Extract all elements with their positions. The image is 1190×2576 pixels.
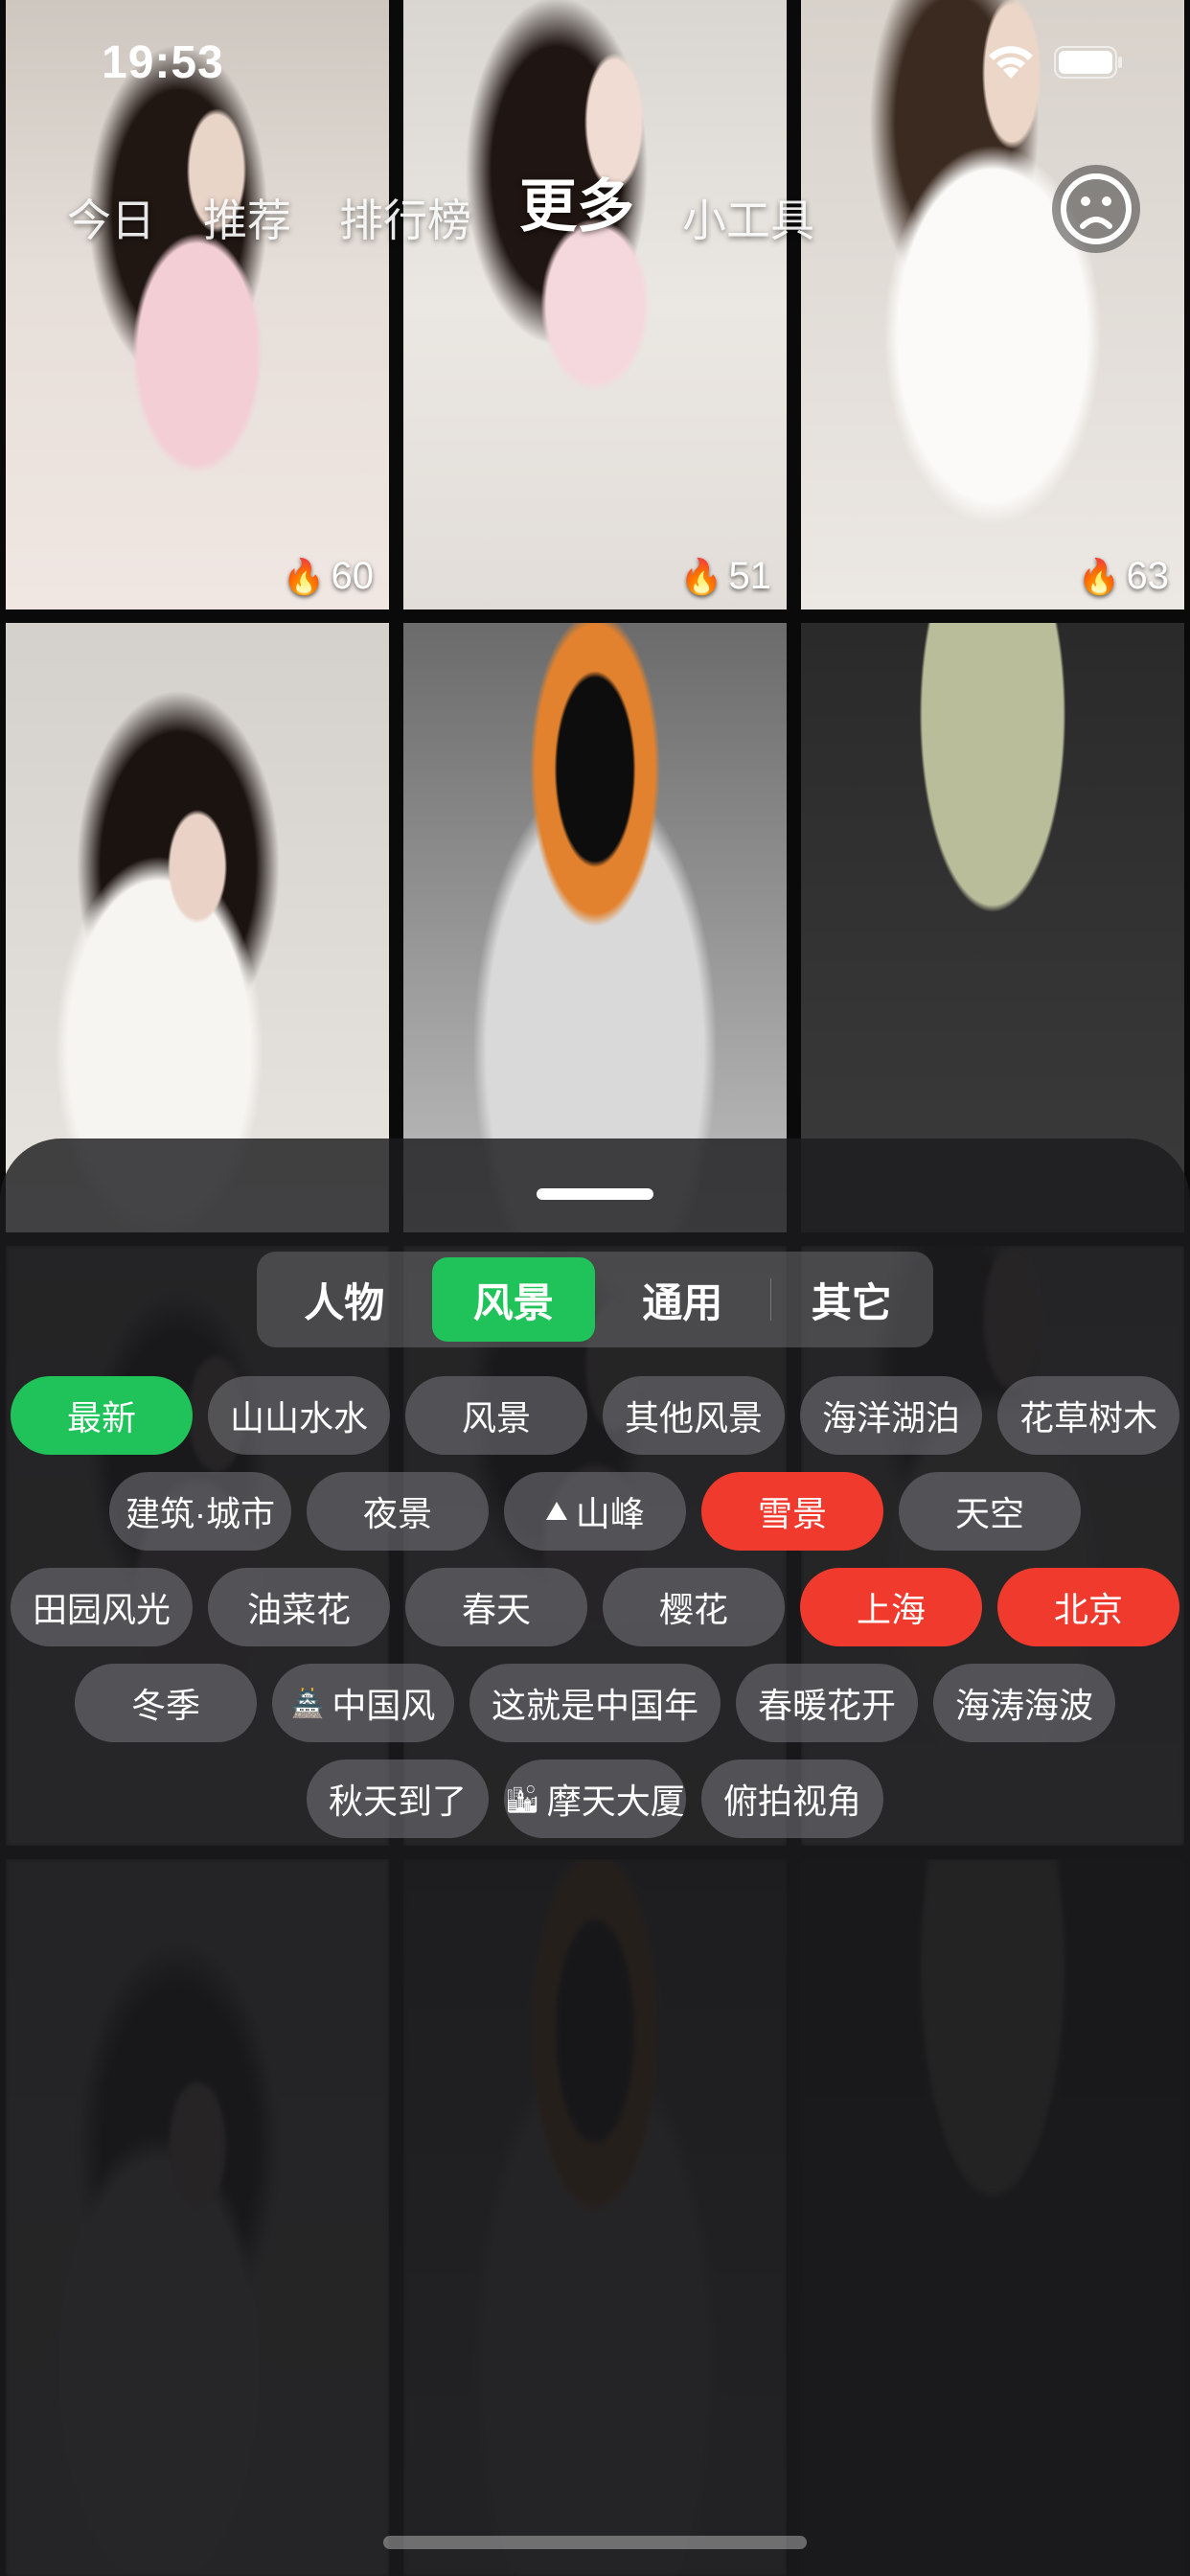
chip-label: 花草树木 bbox=[1018, 1398, 1157, 1438]
heat-badge: 🔥 60 bbox=[283, 555, 374, 598]
category-chip[interactable]: 上海 bbox=[800, 1568, 982, 1646]
segment-people[interactable]: 人物 bbox=[263, 1257, 426, 1342]
category-chip[interactable]: 其他风景 bbox=[603, 1376, 785, 1455]
flame-icon: 🔥 bbox=[1077, 556, 1121, 596]
category-chip[interactable]: ⛰ 山峰 bbox=[504, 1472, 686, 1551]
chip-label: 这就是中国年 bbox=[491, 1686, 698, 1725]
tab-more[interactable]: 更多 bbox=[519, 160, 634, 243]
category-chip[interactable]: 花草树木 bbox=[997, 1376, 1179, 1455]
category-chip[interactable]: 俯拍视角 bbox=[701, 1760, 883, 1838]
chip-row: 建筑·城市 夜景 ⛰ 山峰 雪景 天空 bbox=[0, 1472, 1190, 1551]
category-chip[interactable]: 冬季 bbox=[75, 1664, 257, 1742]
segment-scenery[interactable]: 风景 bbox=[431, 1257, 595, 1342]
chip-label: 风景 bbox=[461, 1398, 531, 1438]
screen: 🔥 60 🔥 51 🔥 63 19:53 今日 推荐 排行榜 更多 小工具 人物… bbox=[0, 0, 1190, 2576]
chip-row: 冬季 🏯 中国风 这就是中国年 春暖花开 海涛海波 bbox=[0, 1664, 1190, 1742]
category-chip[interactable]: 北京 bbox=[997, 1568, 1179, 1646]
chip-emoji-icon: 🏙 bbox=[505, 1783, 539, 1814]
category-chip[interactable]: 天空 bbox=[899, 1472, 1081, 1551]
chip-list: 最新 山山水水 风景 其他风景 海洋湖泊 花草树木建筑·城市 夜景 ⛰ 山峰 雪景 天空田园风光 油菜… bbox=[0, 1376, 1190, 1855]
chip-row: 秋天到了 🏙 摩天大厦 俯拍视角 bbox=[0, 1760, 1190, 1838]
category-chip[interactable]: 山山水水 bbox=[208, 1376, 390, 1455]
status-time: 19:53 bbox=[102, 37, 224, 88]
category-chip[interactable]: 田园风光 bbox=[11, 1568, 193, 1646]
heat-count: 51 bbox=[728, 555, 772, 597]
category-chip[interactable]: 海洋湖泊 bbox=[800, 1376, 982, 1455]
chip-label: 海涛海波 bbox=[954, 1686, 1093, 1725]
chip-label: 夜景 bbox=[362, 1494, 432, 1533]
chip-label: 田园风光 bbox=[32, 1590, 171, 1629]
segment-other[interactable]: 其它 bbox=[769, 1257, 933, 1342]
category-chip[interactable]: 油菜花 bbox=[208, 1568, 390, 1646]
chip-label: 樱花 bbox=[658, 1590, 728, 1629]
category-chip[interactable]: 最新 bbox=[11, 1376, 193, 1455]
heat-badge: 🔥 63 bbox=[1078, 555, 1169, 598]
chip-label: 山峰 bbox=[575, 1494, 645, 1533]
chip-label: 秋天到了 bbox=[328, 1782, 467, 1821]
tab-recommend[interactable]: 推荐 bbox=[203, 186, 291, 249]
chip-label: 中国风 bbox=[332, 1686, 436, 1725]
segment-general[interactable]: 通用 bbox=[601, 1257, 765, 1342]
chip-label: 冬季 bbox=[130, 1686, 200, 1725]
chip-label: 海洋湖泊 bbox=[821, 1398, 960, 1438]
chip-emoji-icon: ⛰ bbox=[545, 1495, 568, 1526]
category-chip[interactable]: 🏙 摩天大厦 bbox=[504, 1760, 686, 1838]
segment-control: 人物 风景 通用 其它 bbox=[257, 1252, 933, 1347]
tab-tools[interactable]: 小工具 bbox=[682, 186, 814, 249]
flame-icon: 🔥 bbox=[679, 556, 723, 596]
sad-face-glyph-icon bbox=[1061, 173, 1132, 244]
chip-label: 春暖花开 bbox=[757, 1686, 896, 1725]
chip-label: 山山水水 bbox=[229, 1398, 368, 1438]
category-chip[interactable]: 樱花 bbox=[603, 1568, 785, 1646]
category-chip[interactable]: 🏯 中国风 bbox=[272, 1664, 454, 1742]
chip-label: 天空 bbox=[954, 1494, 1024, 1533]
chip-label: 摩天大厦 bbox=[546, 1782, 685, 1821]
chip-emoji-icon: 🏯 bbox=[290, 1688, 325, 1718]
category-chip[interactable]: 这就是中国年 bbox=[469, 1664, 721, 1742]
chip-label: 上海 bbox=[856, 1590, 926, 1629]
category-chip[interactable]: 雪景 bbox=[701, 1472, 883, 1551]
chip-label: 油菜花 bbox=[246, 1590, 351, 1629]
top-nav: 今日 推荐 排行榜 更多 小工具 bbox=[67, 172, 862, 249]
chip-label: 最新 bbox=[66, 1398, 136, 1438]
chip-label: 雪景 bbox=[757, 1494, 827, 1533]
wifi-icon bbox=[989, 46, 1033, 79]
heat-badge: 🔥 51 bbox=[680, 555, 771, 598]
status-bar: 19:53 bbox=[0, 0, 1190, 125]
heat-count: 60 bbox=[331, 555, 375, 597]
heat-count: 63 bbox=[1126, 555, 1170, 597]
category-chip[interactable]: 秋天到了 bbox=[307, 1760, 489, 1838]
category-chip[interactable]: 春天 bbox=[405, 1568, 587, 1646]
sheet-grabber[interactable] bbox=[537, 1188, 653, 1200]
sad-face-icon[interactable] bbox=[1052, 165, 1140, 253]
category-chip[interactable]: 春暖花开 bbox=[736, 1664, 918, 1742]
category-sheet: 人物 风景 通用 其它 最新 山山水水 风景 其他风景 海洋湖泊 花草树木 建筑·城市 夜景 ⛰… bbox=[0, 1138, 1190, 2576]
flame-icon: 🔥 bbox=[282, 556, 326, 596]
home-indicator bbox=[383, 2536, 807, 2549]
chip-label: 北京 bbox=[1053, 1590, 1123, 1629]
battery-icon bbox=[1054, 46, 1122, 79]
category-chip[interactable]: 海涛海波 bbox=[933, 1664, 1115, 1742]
category-chip[interactable]: 风景 bbox=[405, 1376, 587, 1455]
category-chip[interactable]: 建筑·城市 bbox=[109, 1472, 291, 1551]
chip-label: 春天 bbox=[461, 1590, 531, 1629]
tab-today[interactable]: 今日 bbox=[67, 186, 155, 249]
chip-label: 其他风景 bbox=[624, 1398, 763, 1438]
chip-label: 俯拍视角 bbox=[722, 1782, 861, 1821]
tab-ranking[interactable]: 排行榜 bbox=[339, 186, 471, 249]
chip-row: 最新 山山水水 风景 其他风景 海洋湖泊 花草树木 bbox=[0, 1376, 1190, 1455]
category-chip[interactable]: 夜景 bbox=[307, 1472, 489, 1551]
chip-label: 建筑·城市 bbox=[126, 1494, 275, 1533]
chip-row: 田园风光 油菜花 春天 樱花 上海 北京 bbox=[0, 1568, 1190, 1646]
